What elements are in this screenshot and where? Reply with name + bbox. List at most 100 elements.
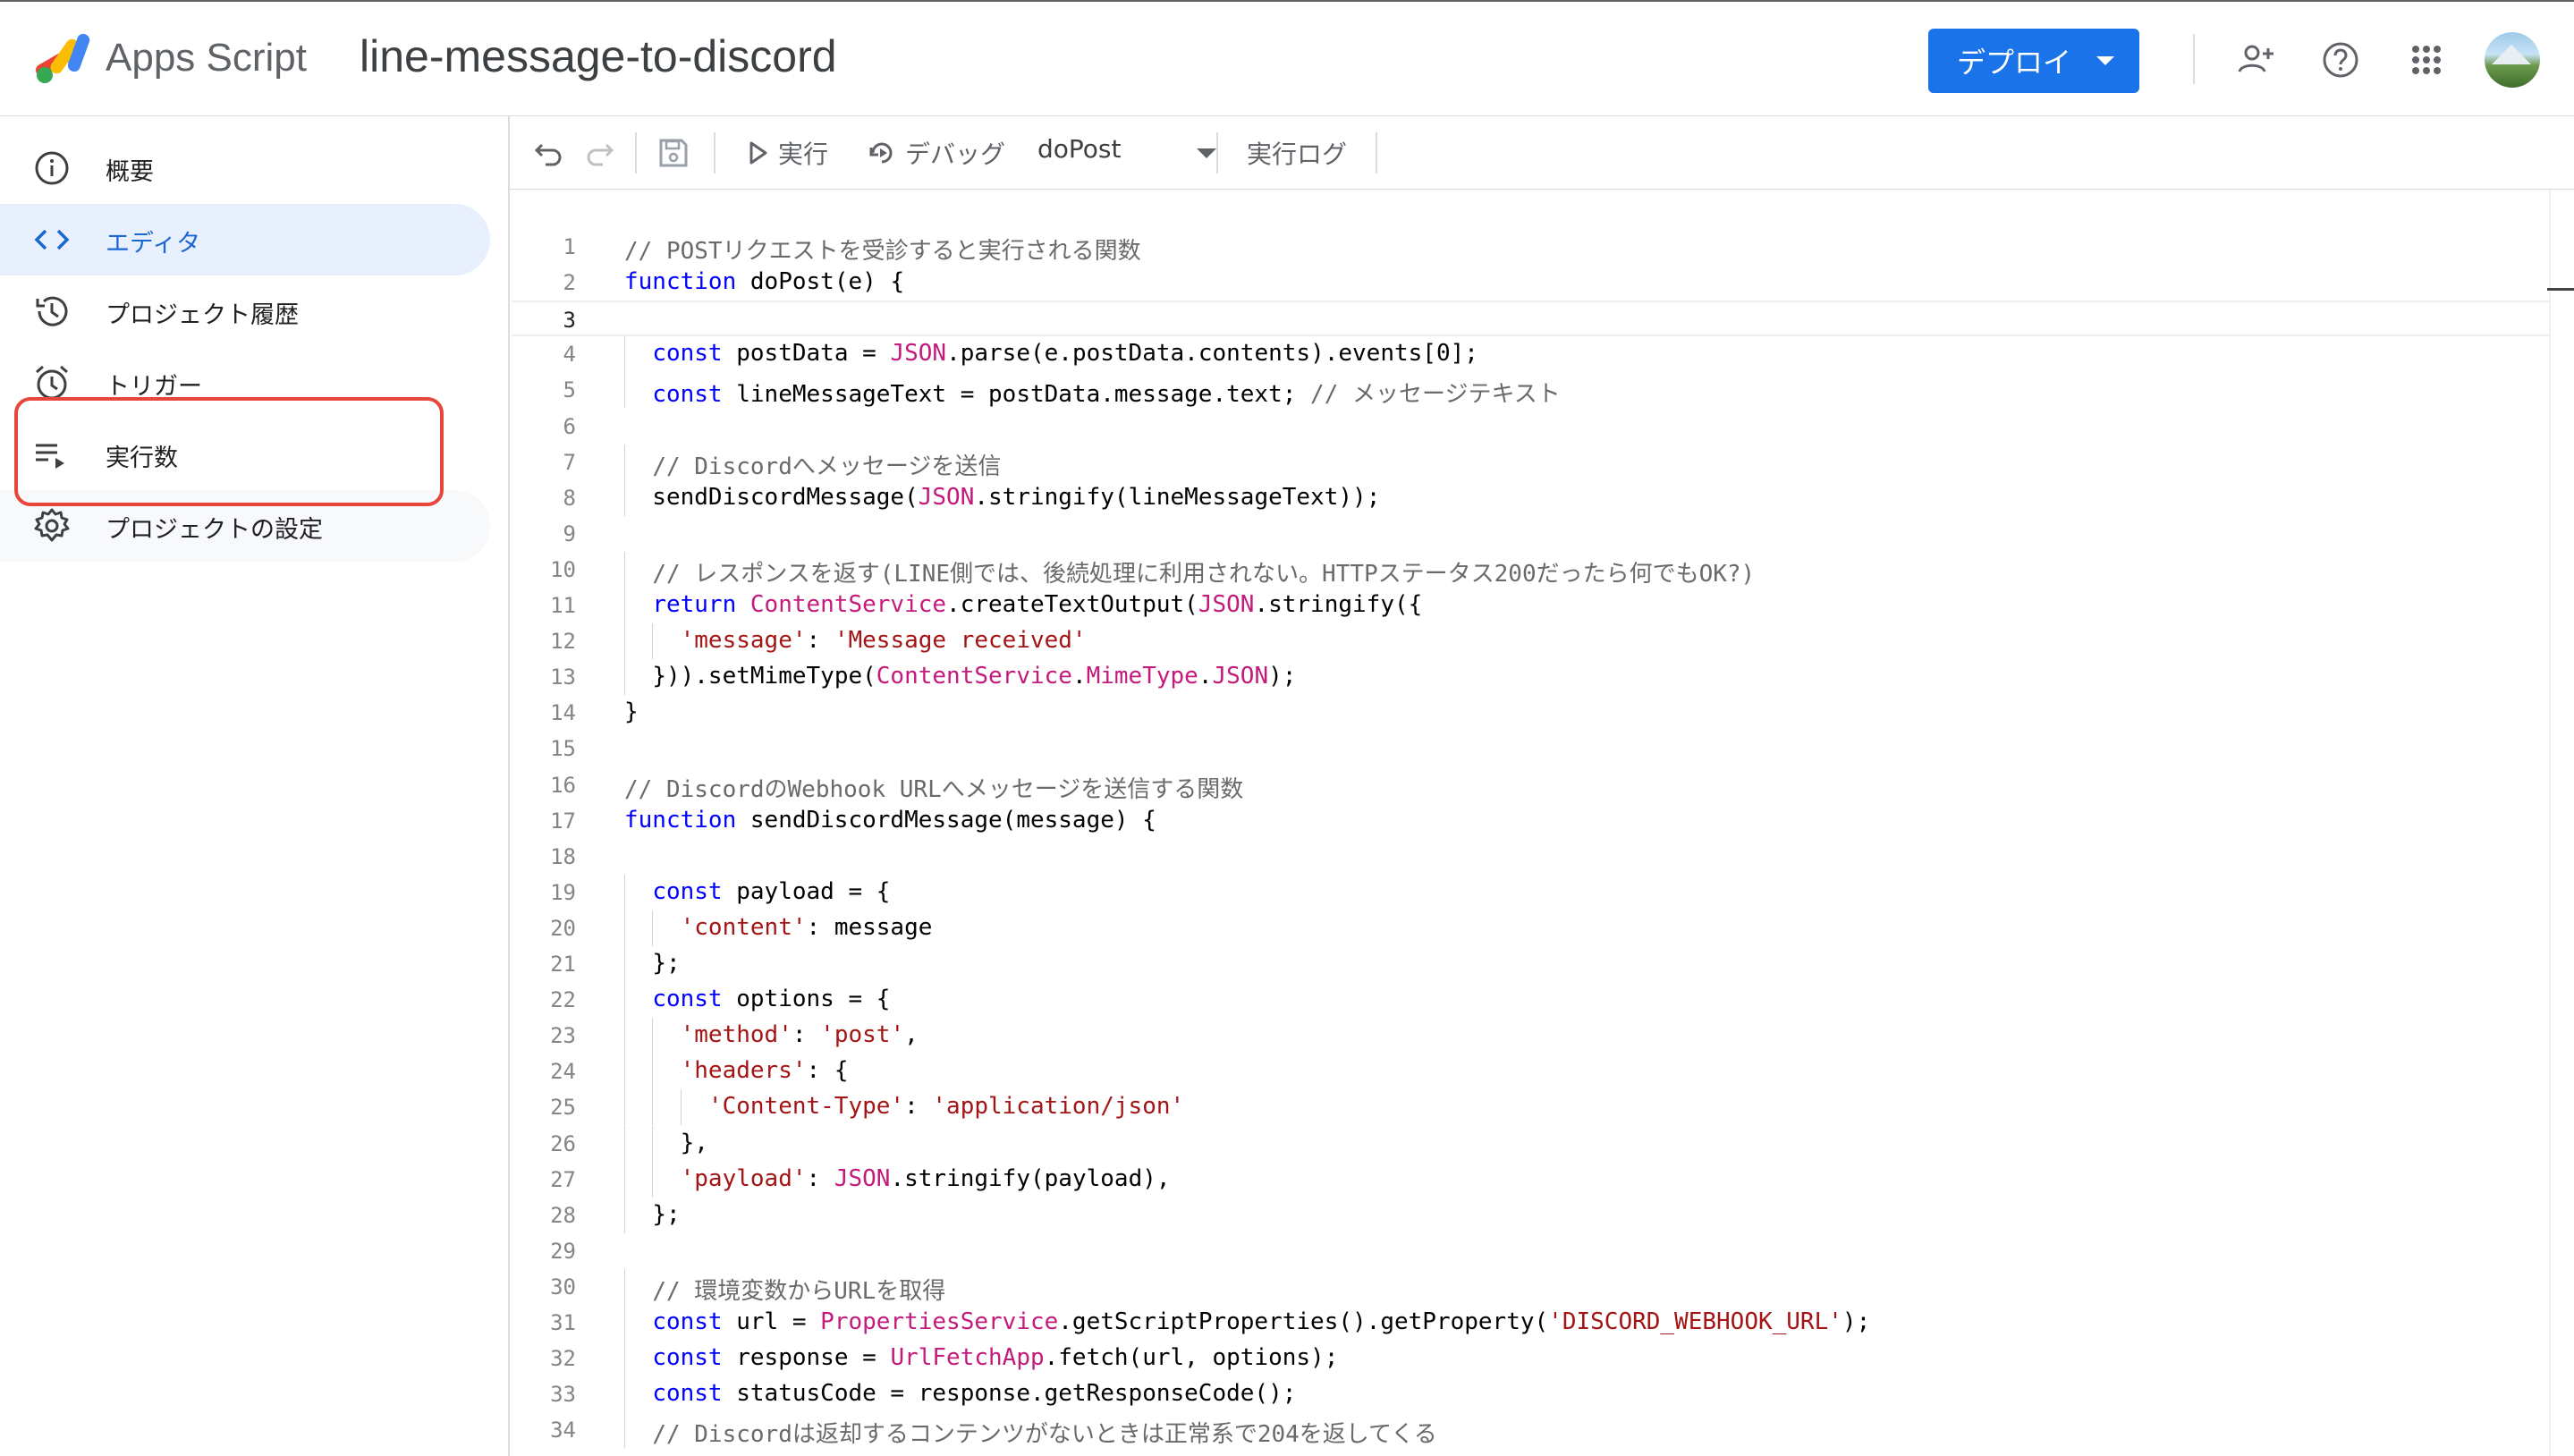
code-line[interactable]: 24 'headers': { bbox=[512, 1054, 2551, 1090]
line-number: 32 bbox=[550, 1346, 576, 1372]
code-line[interactable]: 8 sendDiscordMessage(JSON.stringify(line… bbox=[512, 479, 2551, 516]
indent-guide bbox=[624, 946, 625, 982]
code-line[interactable]: 7 // Discordへメッセージを送信 bbox=[512, 444, 2551, 480]
code-line[interactable]: 18 bbox=[512, 839, 2551, 875]
sidebar-item-settings[interactable]: プロジェクトの設定 bbox=[0, 490, 490, 562]
line-number: 10 bbox=[550, 556, 576, 582]
line-number: 33 bbox=[550, 1382, 576, 1408]
code-line[interactable]: 29 bbox=[512, 1233, 2551, 1269]
code-line[interactable]: 31 const url = PropertiesService.getScri… bbox=[512, 1305, 2551, 1341]
toolbar-divider bbox=[714, 132, 715, 174]
avatar-image bbox=[2492, 45, 2531, 64]
code-line[interactable]: 30 // 環境変数からURLを取得 bbox=[512, 1268, 2551, 1305]
code-line[interactable]: 20 'content': message bbox=[512, 910, 2551, 946]
code-line[interactable]: 3 bbox=[512, 301, 2551, 337]
code-line[interactable]: 15 bbox=[512, 731, 2551, 766]
app-name[interactable]: Apps Script bbox=[106, 36, 307, 80]
indent-guide bbox=[624, 1054, 625, 1090]
code-line[interactable]: 2 function doPost(e) { bbox=[512, 265, 2551, 301]
code-line[interactable]: 12 'message': 'Message received' bbox=[512, 623, 2551, 660]
sidebar-item-triggers[interactable]: トリガー bbox=[0, 347, 490, 419]
line-number: 14 bbox=[550, 700, 576, 726]
code-line[interactable]: 34 // Discordは返却するコンテンツがないときは正常系で204を返して… bbox=[512, 1412, 2551, 1449]
executions-icon bbox=[36, 444, 64, 469]
code-line[interactable]: 19 const payload = { bbox=[512, 874, 2551, 910]
indent-guide bbox=[624, 336, 625, 373]
line-number: 20 bbox=[550, 915, 576, 941]
sidebar-item-editor[interactable]: エディタ bbox=[0, 204, 490, 275]
code-text: 'message': 'Message received' bbox=[680, 627, 1087, 655]
code-line[interactable]: 27 'payload': JSON.stringify(payload), bbox=[512, 1161, 2551, 1198]
line-number: 22 bbox=[550, 987, 576, 1013]
save-icon[interactable] bbox=[656, 136, 690, 170]
code-line[interactable]: 16 // DiscordのWebhook URLへメッセージを送信する関数 bbox=[512, 767, 2551, 803]
line-number: 8 bbox=[563, 485, 576, 511]
line-number: 3 bbox=[563, 308, 576, 334]
sidebar-item-executions[interactable]: 実行数 bbox=[0, 419, 490, 490]
code-text: // 環境変数からURLを取得 bbox=[652, 1277, 946, 1305]
code-line[interactable]: 26 }, bbox=[512, 1125, 2551, 1162]
code-icon bbox=[34, 229, 70, 250]
deploy-button[interactable]: デプロイ bbox=[1928, 29, 2139, 93]
header-divider bbox=[2193, 34, 2195, 84]
code-line[interactable]: 32 const response = UrlFetchApp.fetch(ur… bbox=[512, 1341, 2551, 1377]
code-line[interactable]: 4 const postData = JSON.parse(e.postData… bbox=[512, 336, 2551, 373]
code-line[interactable]: 14} bbox=[512, 695, 2551, 731]
indent-guide bbox=[652, 1125, 654, 1162]
code-line[interactable]: 9 bbox=[512, 516, 2551, 552]
code-line[interactable]: 17 function sendDiscordMessage(message) { bbox=[512, 803, 2551, 839]
indent-guide bbox=[624, 659, 625, 696]
project-title[interactable]: line-message-to-discord bbox=[360, 30, 837, 82]
code-text: const lineMessageText = postData.message… bbox=[652, 381, 1561, 409]
apps-script-logo-icon[interactable] bbox=[32, 30, 98, 86]
indent-guide bbox=[652, 623, 654, 660]
code-editor[interactable]: 1 // POSTリクエストを受診すると実行される関数 2 function doPo… bbox=[512, 190, 2574, 1456]
help-icon[interactable] bbox=[2318, 38, 2363, 82]
line-number: 6 bbox=[563, 413, 576, 439]
code-line[interactable]: 1 // POSTリクエストを受診すると実行される関数 bbox=[512, 229, 2551, 265]
sidebar-item-overview[interactable]: 概要 bbox=[0, 132, 490, 204]
code-line[interactable]: 33 const statusCode = response.getRespon… bbox=[512, 1376, 2551, 1413]
code-text: 'method': 'post', bbox=[680, 1021, 919, 1049]
sidebar-item-label: エディタ bbox=[106, 230, 201, 258]
line-number: 19 bbox=[550, 879, 576, 905]
account-avatar[interactable] bbox=[2485, 32, 2540, 88]
sidebar-item-label: 実行数 bbox=[106, 444, 178, 472]
indent-guide bbox=[624, 623, 625, 660]
code-line[interactable]: 23 'method': 'post', bbox=[512, 1018, 2551, 1054]
indent-guide bbox=[624, 1412, 625, 1449]
execution-log-button[interactable]: 実行ログ bbox=[1247, 134, 1347, 172]
indent-guide bbox=[624, 1341, 625, 1377]
apps-grid-icon[interactable] bbox=[2404, 38, 2449, 82]
code-line[interactable]: 11 return ContentService.createTextOutpu… bbox=[512, 588, 2551, 623]
line-number: 24 bbox=[550, 1059, 576, 1085]
run-button-label: 実行 bbox=[778, 140, 829, 169]
code-text: const response = UrlFetchApp.fetch(url, … bbox=[652, 1344, 1339, 1372]
run-button[interactable]: 実行 bbox=[748, 134, 828, 172]
sidebar-item-history[interactable]: プロジェクト履歴 bbox=[0, 275, 490, 347]
line-number: 4 bbox=[563, 342, 576, 368]
add-person-icon[interactable] bbox=[2234, 38, 2279, 82]
code-text: }; bbox=[652, 1200, 681, 1228]
play-icon bbox=[749, 141, 767, 165]
code-line[interactable]: 10 // レスポンスを返す(LINE側では、後続処理に利用されない。HTTPス… bbox=[512, 551, 2551, 588]
function-select[interactable]: doPost bbox=[1037, 134, 1216, 172]
line-number: 16 bbox=[550, 772, 576, 798]
line-number: 7 bbox=[563, 449, 576, 475]
line-number: 18 bbox=[550, 843, 576, 869]
code-line[interactable]: 28 }; bbox=[512, 1197, 2551, 1233]
undo-icon[interactable] bbox=[533, 138, 565, 170]
code-line[interactable]: 25 'Content-Type': 'application/json' bbox=[512, 1089, 2551, 1126]
code-line[interactable]: 6 bbox=[512, 409, 2551, 444]
indent-guide bbox=[624, 444, 625, 480]
indent-guide bbox=[624, 982, 625, 1019]
code-line[interactable]: 5 const lineMessageText = postData.messa… bbox=[512, 372, 2551, 409]
sidebar: 概要 エディタ プロジェクト履歴 トリガー 実行数 プロジェクトの設定 bbox=[0, 116, 510, 1456]
code-line[interactable]: 13 })).setMimeType(ContentService.MimeTy… bbox=[512, 659, 2551, 696]
code-line[interactable]: 22 const options = { bbox=[512, 982, 2551, 1019]
code-line[interactable]: 21 }; bbox=[512, 946, 2551, 982]
settings-icon bbox=[34, 508, 70, 542]
line-number: 23 bbox=[550, 1023, 576, 1049]
redo-icon[interactable] bbox=[583, 138, 615, 170]
debug-button[interactable]: デバッグ bbox=[868, 134, 1005, 172]
